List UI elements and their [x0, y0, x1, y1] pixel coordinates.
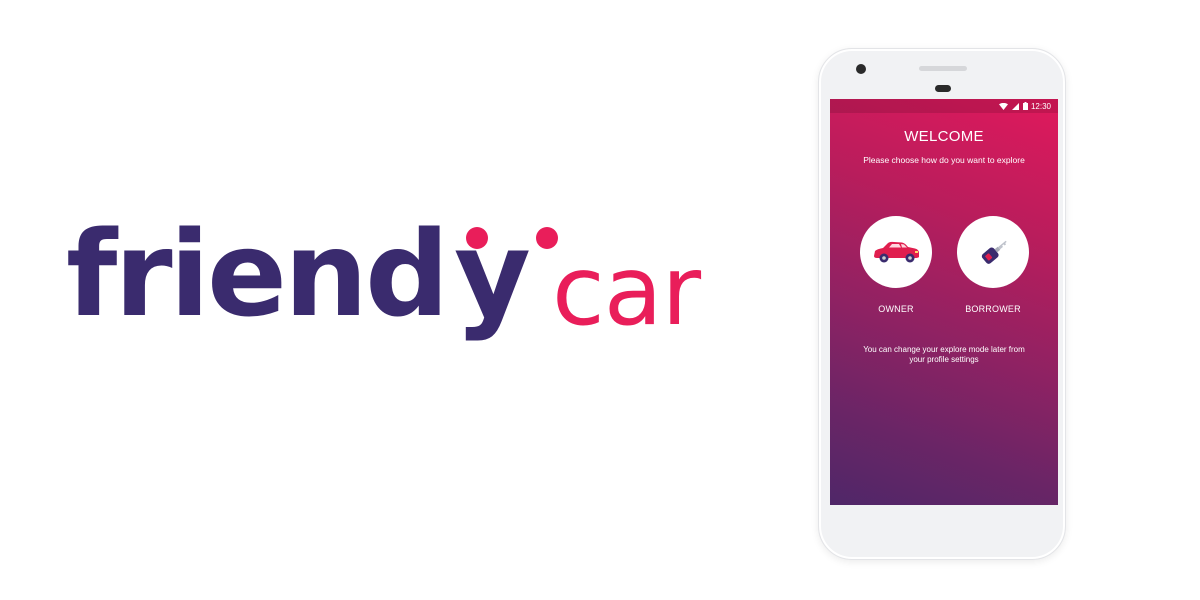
logo-dot — [466, 227, 488, 249]
logo-text-friend: friend — [66, 205, 449, 343]
borrower-option[interactable]: BORROWER — [955, 216, 1031, 314]
owner-button[interactable] — [860, 216, 932, 288]
status-icons — [998, 102, 1028, 110]
wifi-icon — [998, 102, 1008, 110]
owner-option[interactable]: OWNER — [858, 216, 934, 314]
welcome-screen: 12:30 WELCOME Please choose how do you w… — [830, 99, 1058, 505]
logo-text-car: car — [552, 235, 701, 347]
borrower-label[interactable]: BORROWER — [955, 304, 1031, 314]
proximity-sensor — [935, 85, 951, 92]
note-line: your profile settings — [909, 355, 979, 365]
signal-icon — [1011, 102, 1019, 110]
status-bar: 12:30 — [830, 99, 1058, 113]
welcome-subtitle: Please choose how do you want to explore — [863, 155, 1025, 165]
note-line: You can change your explore mode later f… — [863, 345, 1025, 354]
front-camera — [856, 64, 866, 74]
phone-mockup: 12:30 WELCOME Please choose how do you w… — [818, 48, 1066, 560]
logo-text-y: y — [454, 205, 531, 343]
car-key-icon — [981, 240, 1007, 264]
car-icon — [874, 241, 919, 263]
explore-mode-note: You can change your explore mode later f… — [840, 345, 1048, 366]
owner-label[interactable]: OWNER — [858, 304, 934, 314]
status-time: 12:30 — [1030, 101, 1051, 111]
friendycar-logo: friend y car — [66, 215, 706, 375]
earpiece-speaker — [919, 66, 967, 71]
borrower-button[interactable] — [957, 216, 1029, 288]
welcome-title: WELCOME — [904, 128, 984, 145]
battery-icon — [1022, 102, 1028, 110]
